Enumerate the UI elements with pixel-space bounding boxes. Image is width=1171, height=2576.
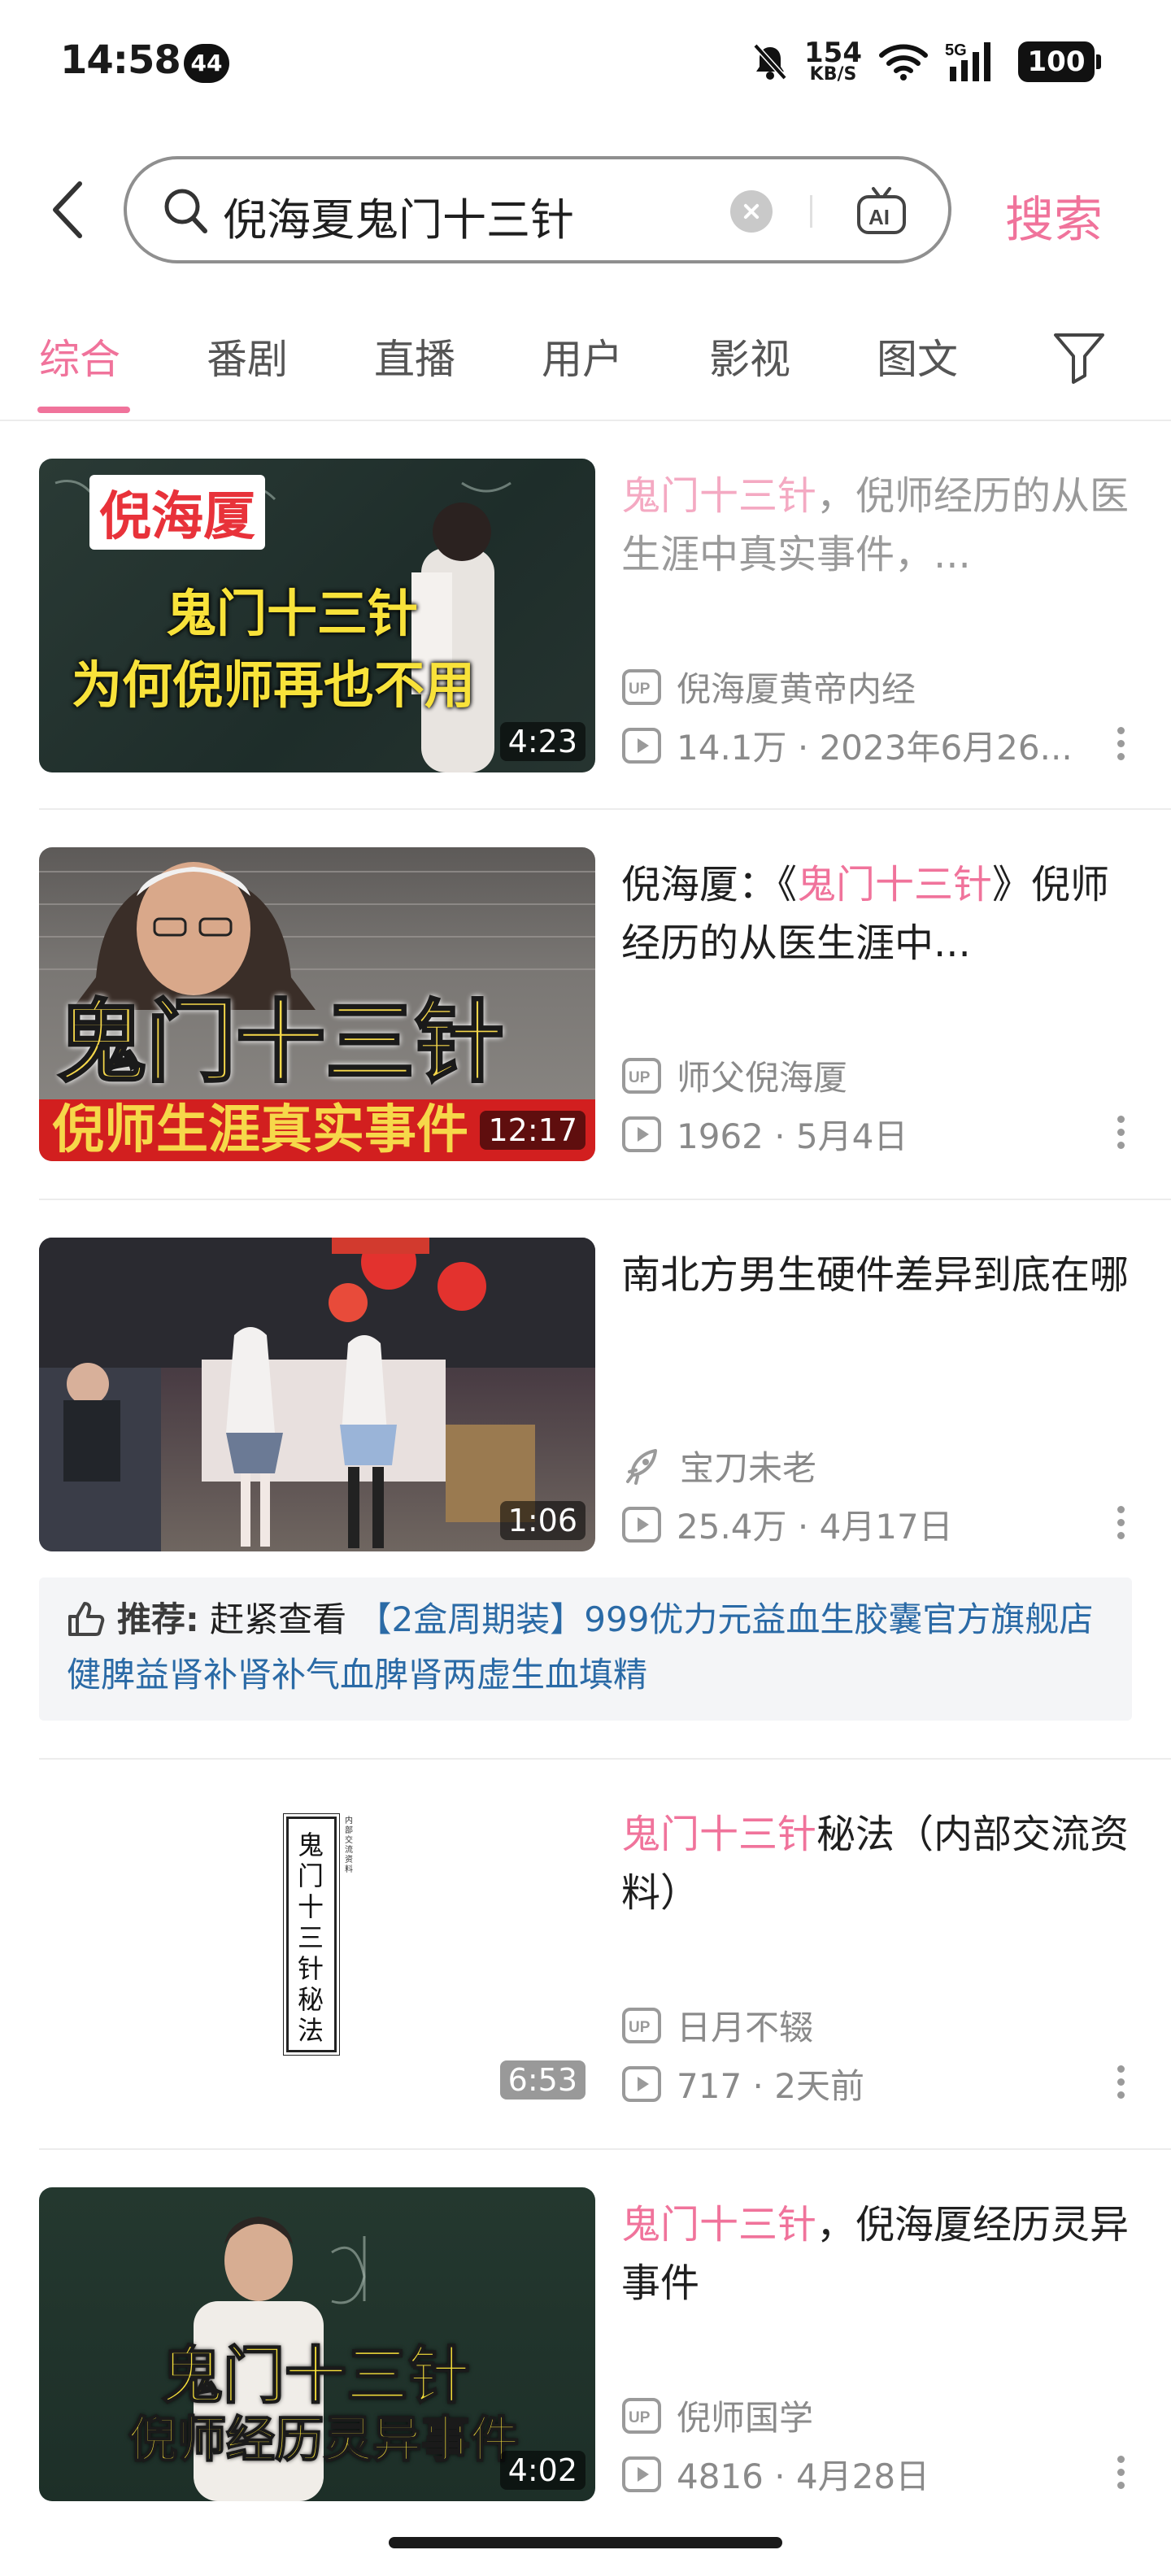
- video-thumbnail[interactable]: 1:06: [39, 1238, 595, 1551]
- svg-text:UP: UP: [629, 1069, 651, 1086]
- more-options-icon[interactable]: [1116, 1116, 1125, 1156]
- thumbnail-caption-line2: 倪师经历灵异事件: [128, 2411, 520, 2469]
- video-thumbnail[interactable]: 倪海厦 鬼门十三针 为何倪师再也不用 4:23: [39, 459, 595, 772]
- tab-anime[interactable]: 番剧: [207, 327, 288, 385]
- video-stats: 14.1万 · 2023年6月26...: [621, 720, 1073, 770]
- notification-count-badge: 44: [184, 44, 229, 83]
- play-count-icon: [622, 1506, 661, 1543]
- video-thumbnail[interactable]: 鬼门十三针秘法 内部交流资料 6:53: [39, 1797, 595, 2111]
- wifi-icon: [878, 42, 929, 81]
- clear-search-button[interactable]: [730, 190, 773, 233]
- tab-users[interactable]: 用户: [542, 327, 623, 385]
- play-count-icon: [622, 1116, 661, 1152]
- more-options-icon[interactable]: [1116, 1506, 1125, 1547]
- svg-text:5G: 5G: [945, 41, 967, 59]
- recommendation-label: 推荐:: [117, 1599, 199, 1639]
- tab-comprehensive[interactable]: 综合: [39, 327, 120, 385]
- result-card-2[interactable]: 鬼门十三针 倪师生涯真实事件 12:17 倪海厦：《鬼门十三针》倪师经历的从医生…: [39, 847, 1132, 1161]
- result-divider: [39, 2148, 1171, 2150]
- thumbnail-caption-line2: 为何倪师再也不用: [72, 655, 476, 715]
- active-tab-indicator: [37, 407, 130, 413]
- status-icons: 154 KB/S 5G 100: [752, 36, 1101, 88]
- video-thumbnail[interactable]: 鬼门十三针 倪师经历灵异事件 4:02: [39, 2187, 595, 2501]
- video-title[interactable]: 倪海厦：《鬼门十三针》倪师经历的从医生涯中...: [621, 855, 1132, 973]
- result-divider: [39, 1758, 1171, 1760]
- video-author[interactable]: UP 师父倪海厦: [621, 1051, 847, 1100]
- video-title[interactable]: 鬼门十三针，倪师经历的从医生涯中真实事件，...: [621, 467, 1132, 584]
- thumbs-up-icon: [67, 1600, 106, 1651]
- up-badge-icon: UP: [622, 2397, 661, 2434]
- result-card-5[interactable]: 鬼门十三针 倪师经历灵异事件 4:02 鬼门十三针，倪海厦经历灵异事件 UP 倪…: [39, 2187, 1132, 2501]
- video-duration: 6:53: [499, 2060, 586, 2100]
- book-cover-note: 内部交流资料: [345, 1817, 353, 1874]
- thumbnail-caption-name: 倪海厦: [89, 475, 265, 550]
- svg-text:UP: UP: [629, 2019, 651, 2036]
- net-speed: 154 KB/S: [804, 37, 862, 85]
- svg-text:UP: UP: [629, 681, 651, 698]
- ai-icon: AI: [857, 187, 906, 234]
- tab-live[interactable]: 直播: [374, 327, 455, 385]
- result-divider: [39, 1199, 1171, 1200]
- video-title[interactable]: 鬼门十三针秘法（内部交流资料）: [621, 1805, 1132, 1922]
- cellular-signal-icon: 5G: [945, 41, 1002, 83]
- result-card-3[interactable]: 1:06 南北方男生硬件差异到底在哪 宝刀未老 25.4万 · 4月17日: [39, 1238, 1132, 1551]
- filter-icon[interactable]: [1052, 330, 1106, 387]
- play-count-icon: [622, 727, 661, 764]
- rocket-icon: [626, 1448, 657, 1485]
- video-author[interactable]: UP 倪海厦黄帝内经: [621, 662, 916, 711]
- book-cover-title: 鬼门十三针秘法: [298, 1830, 324, 2046]
- up-badge-icon: UP: [622, 668, 661, 705]
- chevron-left-icon: [53, 181, 82, 238]
- result-card-1[interactable]: 倪海厦 鬼门十三针 为何倪师再也不用 4:23 鬼门十三针，倪师经历的从医生涯中…: [39, 459, 1132, 772]
- video-author[interactable]: 宝刀未老: [621, 1441, 816, 1490]
- video-stats: 717 · 2天前: [621, 2059, 864, 2108]
- recommendation-lead: 赶紧查看: [210, 1599, 347, 1639]
- video-duration: 1:06: [499, 1501, 586, 1540]
- result-card-4[interactable]: 鬼门十三针秘法 内部交流资料 6:53 鬼门十三针秘法（内部交流资料） UP 日…: [39, 1797, 1132, 2111]
- mute-bell-icon: [752, 42, 788, 81]
- video-title[interactable]: 南北方男生硬件差异到底在哪: [621, 1246, 1132, 1304]
- play-count-icon: [622, 2065, 661, 2102]
- video-duration: 4:23: [499, 722, 586, 761]
- up-badge-icon: UP: [622, 2007, 661, 2043]
- tab-film[interactable]: 影视: [709, 327, 790, 385]
- category-tabs: 综合 番剧 直播 用户 影视 图文: [0, 312, 1171, 418]
- search-query-text[interactable]: 倪海夏鬼门十三针: [223, 184, 574, 248]
- search-icon: [163, 187, 210, 241]
- more-options-icon[interactable]: [1116, 2456, 1125, 2496]
- thumbnail-caption-line1: 鬼门十三针: [166, 584, 419, 643]
- recommendation-text: 推荐: 赶紧查看 【2盒周期装】999优力元益血生胶囊官方旗舰店健脾益肾补肾补气…: [67, 1595, 1116, 1699]
- more-options-icon[interactable]: [1116, 2065, 1125, 2106]
- svg-text:UP: UP: [629, 2409, 651, 2426]
- svg-text:AI: AI: [868, 205, 890, 229]
- result-divider: [39, 808, 1171, 810]
- video-thumbnail[interactable]: 鬼门十三针 倪师生涯真实事件 12:17: [39, 847, 595, 1161]
- video-stats: 4816 · 4月28日: [621, 2449, 929, 2499]
- search-divider: [810, 195, 812, 228]
- battery-indicator: 100: [1018, 41, 1101, 82]
- search-submit-button[interactable]: 搜索: [1005, 181, 1103, 251]
- video-author[interactable]: UP 日月不辍: [621, 2000, 813, 2050]
- more-options-icon[interactable]: [1116, 727, 1125, 768]
- video-stats: 25.4万 · 4月17日: [621, 1499, 953, 1549]
- video-title[interactable]: 鬼门十三针，倪海厦经历灵异事件: [621, 2195, 1132, 2313]
- status-bar: 14:58 44 154 KB/S 5G 100: [0, 0, 1171, 130]
- video-duration: 4:02: [499, 2451, 586, 2490]
- play-count-icon: [622, 2456, 661, 2492]
- search-input[interactable]: 倪海夏鬼门十三针 AI: [124, 156, 951, 263]
- home-indicator[interactable]: [389, 2537, 782, 2548]
- status-time: 14:58: [60, 37, 181, 83]
- tab-articles[interactable]: 图文: [877, 327, 958, 385]
- back-button[interactable]: [47, 177, 91, 242]
- recommendation-ad[interactable]: 推荐: 赶紧查看 【2盒周期装】999优力元益血生胶囊官方旗舰店健脾益肾补肾补气…: [39, 1577, 1132, 1721]
- thumbnail-caption-line1: 鬼门十三针: [56, 989, 506, 1096]
- ai-search-button[interactable]: AI: [854, 184, 909, 239]
- video-stats: 1962 · 5月4日: [621, 1109, 908, 1159]
- video-author[interactable]: UP 倪师国学: [621, 2391, 813, 2440]
- up-badge-icon: UP: [622, 1057, 661, 1094]
- video-duration: 12:17: [480, 1111, 586, 1150]
- tabs-divider: [0, 420, 1171, 421]
